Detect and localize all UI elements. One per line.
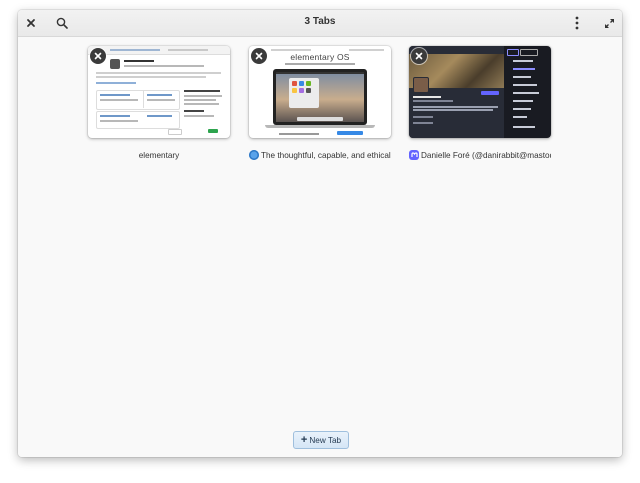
close-icon xyxy=(255,52,263,60)
header-bar: 3 Tabs xyxy=(18,10,622,37)
tab-title-text: elementary xyxy=(138,150,180,160)
close-tab-button[interactable] xyxy=(251,48,267,64)
tab-thumbnail[interactable] xyxy=(409,46,551,138)
mastodon-glyph xyxy=(410,152,418,157)
tab-title: Danielle Foré (@danirabbit@mastodon.s xyxy=(409,148,551,162)
menu-button[interactable] xyxy=(567,13,587,33)
tab-thumbnail[interactable]: elementary OS xyxy=(249,46,391,138)
tab-grid: elementary elementary OS The thoughtful,… xyxy=(18,37,622,457)
tab-card[interactable]: elementary OS The thoughtful, capable, a… xyxy=(249,46,391,162)
close-icon xyxy=(94,52,102,60)
tab-overview-window: 3 Tabs elementary elementary OS The thou… xyxy=(18,10,622,457)
tab-thumbnail[interactable] xyxy=(88,46,230,138)
tab-title: The thoughtful, capable, and ethical re xyxy=(249,148,391,162)
close-icon xyxy=(415,52,423,60)
close-tab-button[interactable] xyxy=(90,48,106,64)
mastodon-icon xyxy=(409,150,419,160)
close-tab-button[interactable] xyxy=(411,48,427,64)
tab-card[interactable]: elementary xyxy=(88,46,230,162)
site-heading: elementary OS xyxy=(290,52,350,62)
new-tab-label: New Tab xyxy=(309,435,342,445)
menu-icon xyxy=(575,16,579,30)
tab-title-text: The thoughtful, capable, and ethical re xyxy=(261,150,391,160)
fullscreen-icon xyxy=(604,18,614,28)
window-title: 3 Tabs xyxy=(304,16,336,27)
tab-title: elementary xyxy=(88,148,230,162)
plus-icon: + xyxy=(300,433,308,446)
new-tab-button[interactable]: + New Tab xyxy=(293,431,349,449)
fullscreen-button[interactable] xyxy=(599,13,619,33)
tab-title-text: Danielle Foré (@danirabbit@mastodon.s xyxy=(421,150,551,160)
elementary-logo-icon xyxy=(249,150,259,160)
tab-card[interactable]: Danielle Foré (@danirabbit@mastodon.s xyxy=(409,46,551,162)
